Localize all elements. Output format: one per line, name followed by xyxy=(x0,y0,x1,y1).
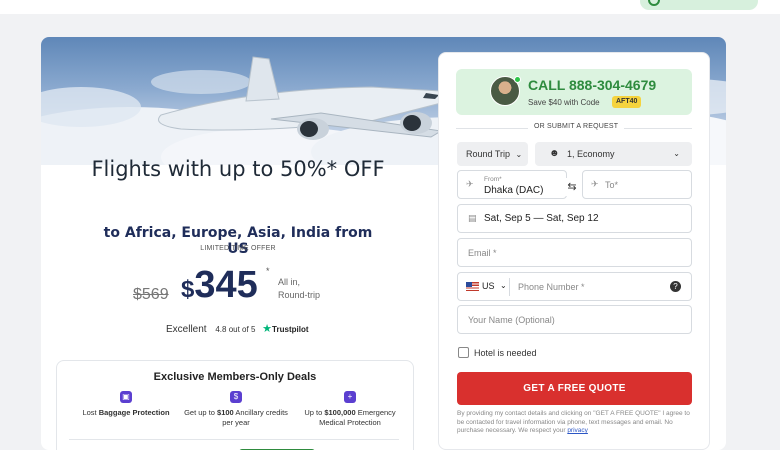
or-divider: OR SUBMIT A REQUEST xyxy=(456,123,692,133)
perk-medical: + Up to $100,000 Emergency Medical Prote… xyxy=(295,391,405,428)
perk-text: Up to xyxy=(304,408,325,417)
swap-airports-button[interactable]: ⇆ xyxy=(563,178,581,196)
dates-value: Sat, Sep 5 — Sat, Sep 12 xyxy=(484,213,599,224)
privacy-link[interactable]: privacy xyxy=(567,427,588,434)
dollar-icon: $ xyxy=(230,391,242,403)
chevron-down-icon: ⌄ xyxy=(673,149,680,158)
travelers-value: 1, Economy xyxy=(567,149,615,159)
price-amount: 345 xyxy=(194,264,258,306)
divider xyxy=(509,278,510,296)
hotel-checkbox[interactable] xyxy=(458,347,469,358)
get-free-quote-button[interactable]: GET A FREE QUOTE xyxy=(457,372,692,405)
hotel-label[interactable]: Hotel is needed xyxy=(474,348,537,358)
trip-type-select[interactable]: Round Trip ⌄ xyxy=(457,142,528,166)
perk-credits: $ Get up to $100 Ancillary credits per y… xyxy=(181,391,291,428)
plane-takeoff-icon: ✈ xyxy=(466,179,474,189)
trip-type-value: Round Trip xyxy=(466,149,511,159)
star-icon: ★ xyxy=(262,323,273,335)
us-flag-icon xyxy=(466,282,479,291)
page-subheadline: to Africa, Europe, Asia, India from US xyxy=(103,225,373,257)
divider xyxy=(69,439,399,440)
online-status-dot xyxy=(514,76,521,83)
call-phone-link[interactable]: CALL 888-304-4679 xyxy=(528,77,656,93)
plane-landing-icon: ✈ xyxy=(591,179,599,189)
price-currency: $ xyxy=(181,276,195,303)
old-price: $569 xyxy=(133,286,169,303)
perk-text: Get up to xyxy=(184,408,218,417)
rating-label: Excellent xyxy=(166,324,207,335)
suitcase-icon: ▣ xyxy=(120,391,132,403)
phone-placeholder: Phone Number * xyxy=(518,282,585,292)
rating-score: 4.8 out of 5 xyxy=(215,325,256,334)
perk-highlight: $100 xyxy=(217,408,234,417)
promo-code-badge: AFT40 xyxy=(612,96,642,108)
to-placeholder: To* xyxy=(605,180,619,190)
name-field[interactable]: Your Name (Optional) xyxy=(457,305,692,334)
from-field[interactable]: ✈ From* Dhaka (DAC) xyxy=(457,170,567,199)
email-placeholder: Email * xyxy=(468,248,497,258)
price-note: All in, Round-trip xyxy=(278,276,320,302)
limited-offer-label: LIMITED TIME OFFER xyxy=(200,245,276,252)
save-code-text: Save $40 with Code xyxy=(528,98,600,107)
perk-baggage: ▣ Lost Baggage Protection xyxy=(71,391,181,418)
phone-icon xyxy=(648,0,660,6)
dates-field[interactable]: ▤ Sat, Sep 5 — Sat, Sep 12 xyxy=(457,204,692,233)
from-label: From* xyxy=(484,176,502,183)
shield-plus-icon: + xyxy=(344,391,356,403)
price-note-line1: All in, xyxy=(278,277,301,287)
travelers-select[interactable]: ☻ 1, Economy ⌄ xyxy=(535,142,692,166)
country-code-value[interactable]: US xyxy=(482,281,495,291)
perk-highlight: $100,000 xyxy=(324,408,356,417)
chevron-down-icon: ⌄ xyxy=(500,281,507,290)
perk-highlight: Baggage Protection xyxy=(98,408,170,417)
top-call-pill[interactable] xyxy=(640,0,758,10)
price-note-line2: Round-trip xyxy=(278,290,321,300)
chevron-down-icon: ⌄ xyxy=(515,150,523,159)
person-icon: ☻ xyxy=(549,148,560,159)
trustpilot-rating[interactable]: Excellent 4.8 out of 5 ★Trustpilot xyxy=(166,322,309,335)
disclaimer-text: By providing my contact details and clic… xyxy=(457,410,693,436)
trustpilot-logo: Trustpilot xyxy=(272,325,309,334)
page-headline: Flights with up to 50%* OFF xyxy=(91,157,385,181)
help-icon[interactable]: ? xyxy=(670,281,681,292)
name-placeholder: Your Name (Optional) xyxy=(468,315,555,325)
members-title: Exclusive Members-Only Deals xyxy=(153,371,317,383)
price-asterisk: * xyxy=(266,266,270,276)
from-value: Dhaka (DAC) xyxy=(484,185,544,196)
calendar-icon: ▤ xyxy=(468,213,477,223)
email-field[interactable]: Email * xyxy=(457,238,692,267)
phone-field[interactable]: US ⌄ Phone Number * ? xyxy=(457,272,692,301)
to-field[interactable]: ✈ To* xyxy=(582,170,692,199)
new-price: $345 xyxy=(181,264,258,307)
or-divider-text: OR SUBMIT A REQUEST xyxy=(528,123,625,130)
perk-text: Lost xyxy=(82,408,99,417)
members-deals-box: Exclusive Members-Only Deals ▣ Lost Bagg… xyxy=(56,360,414,450)
